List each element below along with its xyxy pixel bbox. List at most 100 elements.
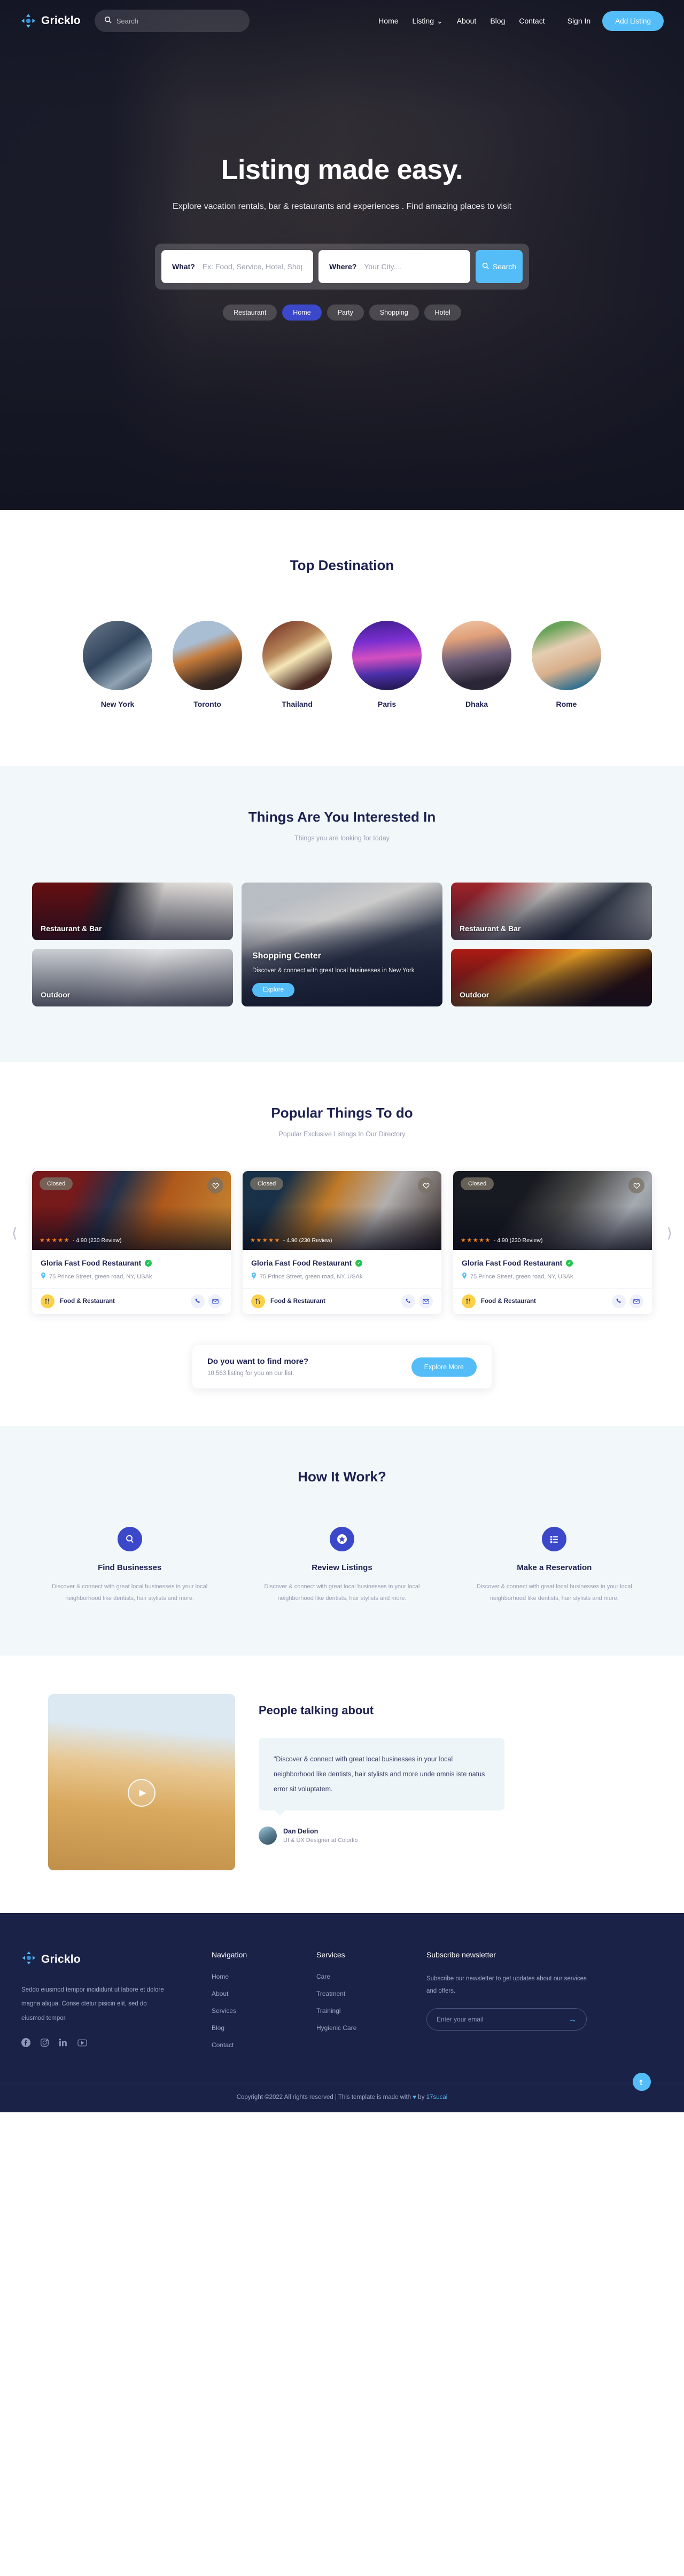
nav-link-about[interactable]: About	[457, 17, 477, 25]
interest-card-restaurant-bar-2[interactable]: Restaurant & Bar	[451, 883, 652, 940]
testimonial-author-name: Dan Delion	[283, 1828, 318, 1836]
interests-column-right: Restaurant & Bar Outdoor	[451, 883, 652, 1006]
interest-feature-shopping-center[interactable]: Shopping Center Discover & connect with …	[242, 883, 442, 1006]
footer-link-treatment[interactable]: Treatment	[316, 1990, 413, 1997]
listing-category: Food & Restaurant	[60, 1298, 115, 1305]
footer-link-training[interactable]: Trainingl	[316, 2007, 413, 2015]
top-navbar: Gricklo Home Listing⌄ About Blog Contact…	[0, 0, 684, 42]
heart-icon[interactable]	[628, 1177, 644, 1193]
footer-link-about[interactable]: About	[212, 1990, 302, 1997]
footer-logo[interactable]: Gricklo	[21, 1950, 198, 1968]
destination-list: New York Toronto Thailand Paris Dhaka Ro…	[32, 621, 652, 708]
nav-link-blog[interactable]: Blog	[490, 17, 505, 25]
phone-icon[interactable]	[401, 1294, 415, 1308]
chevron-left-icon[interactable]: ⟨	[12, 1225, 17, 1242]
chip-hotel[interactable]: Hotel	[424, 304, 461, 321]
youtube-icon[interactable]	[77, 2038, 87, 2048]
heart-icon[interactable]	[418, 1177, 434, 1193]
newsletter-email-input[interactable]	[437, 2016, 569, 2023]
linkedin-icon[interactable]	[59, 2038, 68, 2048]
chip-shopping[interactable]: Shopping	[369, 304, 419, 321]
interest-card-outdoor-1[interactable]: Outdoor	[32, 949, 233, 1006]
interest-card-restaurant-bar-1[interactable]: Restaurant & Bar	[32, 883, 233, 940]
facebook-icon[interactable]	[21, 2038, 30, 2048]
destination-item-paris[interactable]: Paris	[352, 621, 422, 708]
nav-label: Home	[378, 17, 399, 25]
arrow-right-icon[interactable]: →	[569, 2015, 577, 2024]
listing-rating-text: - 4.90 (230 Review)	[72, 1237, 122, 1244]
destination-item-new-york[interactable]: New York	[83, 621, 152, 708]
site-footer: Gricklo Seddo eiusmod tempor incididunt …	[0, 1913, 684, 2112]
interest-feature-content: Shopping Center Discover & connect with …	[252, 951, 432, 997]
testimonial-video[interactable]: ▶	[48, 1694, 235, 1870]
interests-section: Things Are You Interested In Things you …	[0, 766, 684, 1062]
navbar-search[interactable]	[94, 10, 250, 32]
hero-search-button[interactable]: Search	[476, 249, 523, 283]
play-icon[interactable]: ▶	[128, 1778, 156, 1807]
listing-actions	[191, 1294, 222, 1308]
listing-rating-text: - 4.90 (230 Review)	[493, 1237, 543, 1244]
footer-link-care[interactable]: Care	[316, 1973, 413, 1980]
listing-card[interactable]: Closed ★★★★★ - 4.90 (230 Review) Gloria …	[32, 1171, 231, 1314]
listing-rating: ★★★★★ - 4.90 (230 Review)	[461, 1237, 542, 1244]
footer-link-services[interactable]: Services	[212, 2007, 302, 2015]
explore-more-button[interactable]: Explore More	[411, 1357, 477, 1377]
testimonial-author: Dan Delion UI & UX Designer at Colorlib	[259, 1826, 636, 1845]
interest-card-label: Restaurant & Bar	[41, 924, 102, 933]
listing-address-row: 75 Prince Street, green road, NY, USAk	[41, 1273, 222, 1281]
nav-link-listing[interactable]: Listing ⌄	[413, 17, 443, 26]
footer-newsletter-column: Subscribe newsletter Subscribe our newsl…	[426, 1950, 663, 2049]
destination-item-thailand[interactable]: Thailand	[262, 621, 332, 708]
sign-in-link[interactable]: Sign In	[568, 17, 591, 25]
copyright-link[interactable]: 17sucai	[426, 2094, 448, 2101]
what-field[interactable]: What?	[161, 249, 313, 283]
star-rating-icon: ★★★★★	[250, 1237, 281, 1244]
footer-link-contact[interactable]: Contact	[212, 2041, 302, 2049]
listing-footer: Food & Restaurant	[243, 1289, 441, 1314]
search-icon	[482, 262, 489, 271]
chip-home[interactable]: Home	[282, 304, 322, 321]
chip-party[interactable]: Party	[327, 304, 364, 321]
chevron-right-icon[interactable]: ⟩	[667, 1225, 672, 1242]
footer-link-home[interactable]: Home	[212, 1973, 302, 1980]
how-item-title: Make a Reservation	[517, 1563, 592, 1572]
search-icon	[117, 1527, 142, 1551]
listing-image: Closed ★★★★★ - 4.90 (230 Review)	[32, 1171, 231, 1250]
listing-name: Gloria Fast Food Restaurant	[462, 1259, 563, 1267]
nav-link-home[interactable]: Home	[378, 17, 398, 25]
what-input[interactable]	[202, 262, 302, 271]
footer-link-blog[interactable]: Blog	[212, 2024, 302, 2032]
how-item-title: Review Listings	[312, 1563, 372, 1572]
nav-link-contact[interactable]: Contact	[519, 17, 545, 25]
brand-logo[interactable]: Gricklo	[20, 13, 81, 29]
where-input[interactable]	[364, 262, 460, 271]
heart-icon[interactable]	[207, 1177, 223, 1193]
where-field[interactable]: Where?	[318, 249, 470, 283]
footer-link-hygienic-care[interactable]: Hygienic Care	[316, 2024, 413, 2032]
listing-card[interactable]: Closed ★★★★★ - 4.90 (230 Review) Gloria …	[453, 1171, 652, 1314]
listing-footer: Food & Restaurant	[453, 1289, 652, 1314]
mail-icon[interactable]	[419, 1294, 433, 1308]
scroll-to-top-button[interactable]	[633, 2073, 651, 2091]
mail-icon[interactable]	[629, 1294, 643, 1308]
listing-address: 75 Prince Street, green road, NY, USAk	[49, 1273, 152, 1280]
destination-item-dhaka[interactable]: Dhaka	[442, 621, 511, 708]
chip-restaurant[interactable]: Restaurant	[223, 304, 277, 321]
listing-card[interactable]: Closed ★★★★★ - 4.90 (230 Review) Gloria …	[243, 1171, 441, 1314]
phone-icon[interactable]	[191, 1294, 205, 1308]
how-item-make-reservation: Make a Reservation Discover & connect wi…	[457, 1527, 652, 1604]
newsletter-form[interactable]: →	[426, 2008, 587, 2031]
interest-card-outdoor-2[interactable]: Outdoor	[451, 949, 652, 1006]
destination-item-rome[interactable]: Rome	[532, 621, 601, 708]
destination-image	[173, 621, 242, 690]
phone-icon[interactable]	[612, 1294, 626, 1308]
nav-label: Listing	[412, 17, 434, 25]
interest-feature-explore-button[interactable]: Explore	[252, 983, 294, 997]
add-listing-button[interactable]: Add Listing	[602, 11, 664, 31]
navbar-search-input[interactable]	[116, 17, 240, 25]
listing-category: Food & Restaurant	[481, 1298, 536, 1305]
mail-icon[interactable]	[208, 1294, 222, 1308]
testimonial-title: People talking about	[259, 1704, 374, 1717]
instagram-icon[interactable]	[40, 2038, 49, 2048]
destination-item-toronto[interactable]: Toronto	[173, 621, 242, 708]
